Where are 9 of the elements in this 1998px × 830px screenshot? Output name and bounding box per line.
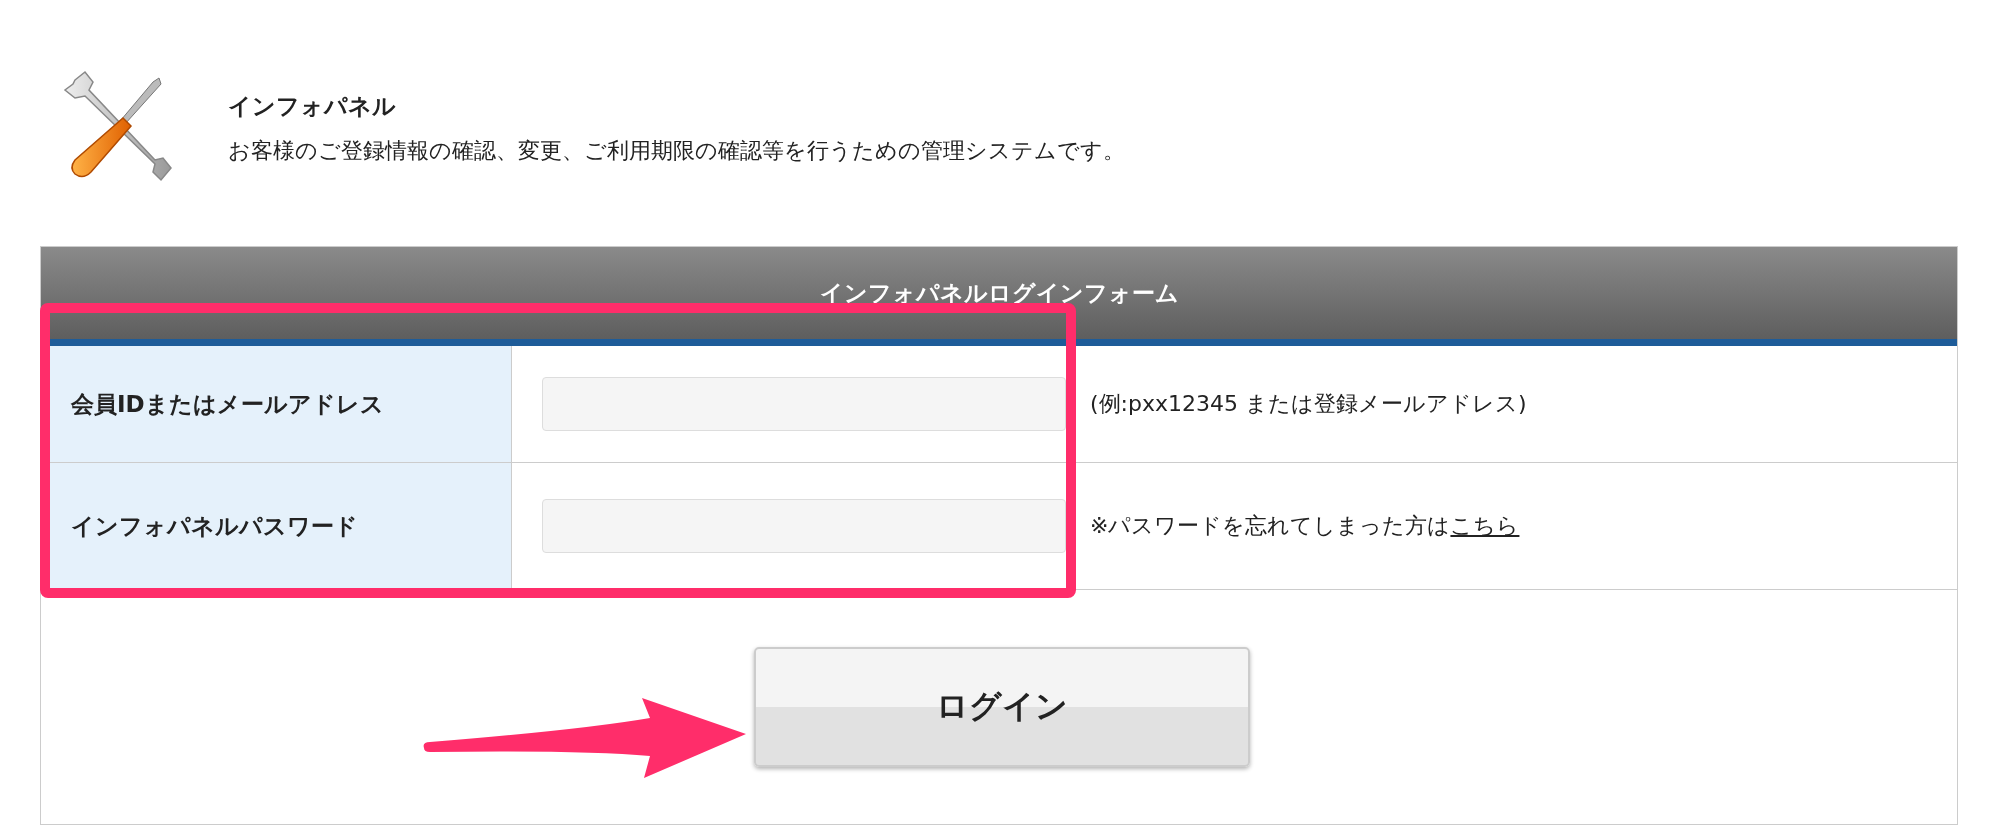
login-button[interactable]: ログイン xyxy=(754,647,1250,767)
link[interactable]: こちら xyxy=(1450,513,1520,538)
field-hint: ※パスワードを忘れてしまった方は こちら xyxy=(1090,512,1520,540)
field-hint: (例:pxx12345 または登録メールアドレス) xyxy=(1090,390,1527,418)
password-field[interactable] xyxy=(542,499,1066,553)
panel-description: お客様のご登録情報の確認、変更、ご利用期限の確認等を行うための管理システムです。 xyxy=(228,136,1125,165)
panel-title: インフォパネル xyxy=(228,91,397,121)
form-title-bar: インフォパネルログインフォーム xyxy=(41,247,1957,339)
id-field[interactable] xyxy=(542,377,1066,431)
